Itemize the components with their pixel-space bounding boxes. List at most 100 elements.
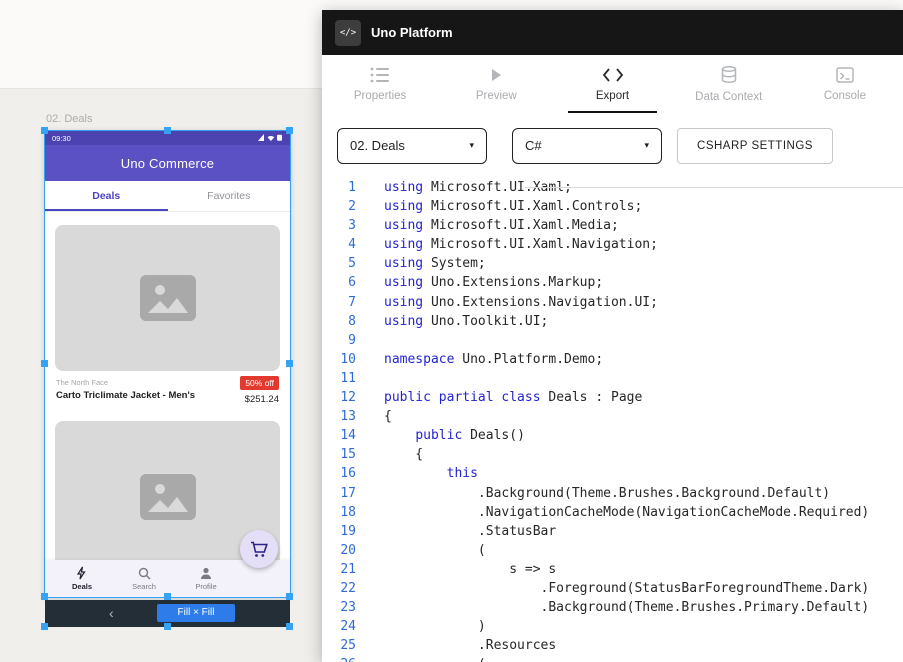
code-line: 9	[322, 331, 903, 350]
csharp-settings-button[interactable]: CSHARP SETTINGS	[677, 128, 833, 164]
code-text: using Uno.Extensions.Navigation.UI;	[356, 293, 658, 312]
cart-icon	[250, 541, 268, 558]
code-line: 10namespace Uno.Platform.Demo;	[322, 350, 903, 369]
selection-handle[interactable]	[164, 623, 171, 630]
selection-handle[interactable]	[286, 623, 293, 630]
search-icon	[138, 567, 151, 580]
line-number: 1	[322, 178, 356, 197]
phone-app-title: Uno Commerce	[121, 156, 214, 171]
code-text	[356, 369, 384, 388]
selection-handle[interactable]	[286, 127, 293, 134]
line-number: 7	[322, 293, 356, 312]
export-toolbar: 02. Deals ▾ C# ▾ CSHARP SETTINGS	[322, 113, 903, 178]
line-number: 10	[322, 350, 356, 369]
tab-preview[interactable]: Preview	[438, 55, 554, 113]
code-text: )	[356, 617, 486, 636]
fill-size-button[interactable]: Fill × Fill	[157, 604, 235, 622]
tab-properties[interactable]: Properties	[322, 55, 438, 113]
signal-icon	[258, 134, 264, 141]
nav-item-profile[interactable]: Profile	[183, 567, 229, 591]
image-placeholder-icon	[140, 474, 196, 520]
line-number: 16	[322, 464, 356, 483]
line-number: 14	[322, 426, 356, 445]
product-title: Carto Triclimate Jacket - Men's	[56, 390, 195, 401]
line-number: 13	[322, 407, 356, 426]
artboard-label: 02. Deals	[46, 113, 92, 125]
code-line: 3using Microsoft.UI.Xaml.Media;	[322, 216, 903, 235]
line-number: 8	[322, 312, 356, 331]
code-line: 16 this	[322, 464, 903, 483]
line-number: 6	[322, 273, 356, 292]
line-number: 21	[322, 560, 356, 579]
page-select[interactable]: 02. Deals ▾	[337, 128, 487, 164]
code-text: .NavigationCacheMode(NavigationCacheMode…	[356, 503, 869, 522]
code-text: .StatusBar	[356, 522, 556, 541]
code-text	[356, 331, 384, 350]
phone-artboard[interactable]: 09:30 Uno Commerce Deals Favorites The N…	[45, 131, 290, 597]
code-line: 11	[322, 369, 903, 388]
product-image-placeholder[interactable]	[55, 225, 280, 371]
code-text: .Background(Theme.Brushes.Background.Def…	[356, 484, 830, 503]
panel-header: </> Uno Platform	[322, 10, 903, 55]
selection-handle[interactable]	[286, 360, 293, 367]
selection-handle[interactable]	[41, 593, 48, 600]
phone-tab-deals[interactable]: Deals	[45, 181, 168, 211]
selection-handle[interactable]	[164, 593, 171, 600]
line-number: 24	[322, 617, 356, 636]
code-line: 18 .NavigationCacheMode(NavigationCacheM…	[322, 503, 903, 522]
code-text: {	[356, 407, 392, 426]
line-number: 9	[322, 331, 356, 350]
line-number: 22	[322, 579, 356, 598]
product-pricing: 50% off $251.24	[240, 376, 279, 414]
status-time: 09:30	[52, 134, 71, 143]
line-number: 18	[322, 503, 356, 522]
code-text: s => s	[356, 560, 556, 579]
code-line: 7using Uno.Extensions.Navigation.UI;	[322, 293, 903, 312]
tab-console[interactable]: Console	[787, 55, 903, 113]
code-line: 19 .StatusBar	[322, 522, 903, 541]
selection-handle[interactable]	[41, 360, 48, 367]
selection-handle[interactable]	[41, 623, 48, 630]
collapse-chevron-icon[interactable]: ‹	[109, 604, 114, 622]
code-area[interactable]: 1using Microsoft.UI.Xaml;2using Microsof…	[322, 178, 903, 662]
code-line: 15 {	[322, 445, 903, 464]
code-text: this	[356, 464, 478, 483]
nav-item-deals[interactable]: Deals	[59, 566, 105, 591]
product-brand: The North Face	[56, 378, 195, 387]
code-text: using Microsoft.UI.Xaml.Media;	[356, 216, 619, 235]
tab-data-context[interactable]: Data Context	[671, 55, 787, 113]
code-text: .Resources	[356, 636, 556, 655]
selection-handle[interactable]	[164, 127, 171, 134]
line-number: 5	[322, 254, 356, 273]
line-number: 15	[322, 445, 356, 464]
line-number: 11	[322, 369, 356, 388]
line-number: 23	[322, 598, 356, 617]
code-line: 14 public Deals()	[322, 426, 903, 445]
code-line: 23 .Background(Theme.Brushes.Primary.Def…	[322, 598, 903, 617]
language-select[interactable]: C# ▾	[512, 128, 662, 164]
code-line: 24 )	[322, 617, 903, 636]
code-text: using Microsoft.UI.Xaml.Navigation;	[356, 235, 658, 254]
list-icon	[370, 67, 390, 83]
code-line: 4using Microsoft.UI.Xaml.Navigation;	[322, 235, 903, 254]
selection-handle[interactable]	[286, 593, 293, 600]
status-icons	[257, 133, 283, 144]
line-number: 3	[322, 216, 356, 235]
phone-app-bar: Uno Commerce	[45, 145, 290, 181]
line-number: 20	[322, 541, 356, 560]
product-info: The North Face Carto Triclimate Jacket -…	[56, 376, 279, 414]
chevron-down-icon: ▾	[469, 140, 474, 151]
code-text: public partial class Deals : Page	[356, 388, 642, 407]
code-text: (	[356, 655, 486, 662]
selection-handle[interactable]	[41, 127, 48, 134]
line-number: 26	[322, 655, 356, 662]
cart-fab-button[interactable]	[240, 530, 278, 568]
line-number: 25	[322, 636, 356, 655]
tab-export[interactable]: Export	[554, 55, 670, 113]
nav-item-search[interactable]: Search	[121, 567, 167, 591]
phone-tab-favorites[interactable]: Favorites	[168, 181, 291, 211]
code-text: .Background(Theme.Brushes.Primary.Defaul…	[356, 598, 869, 617]
code-brackets-icon	[602, 67, 624, 83]
code-text: (	[356, 541, 486, 560]
line-number: 17	[322, 484, 356, 503]
